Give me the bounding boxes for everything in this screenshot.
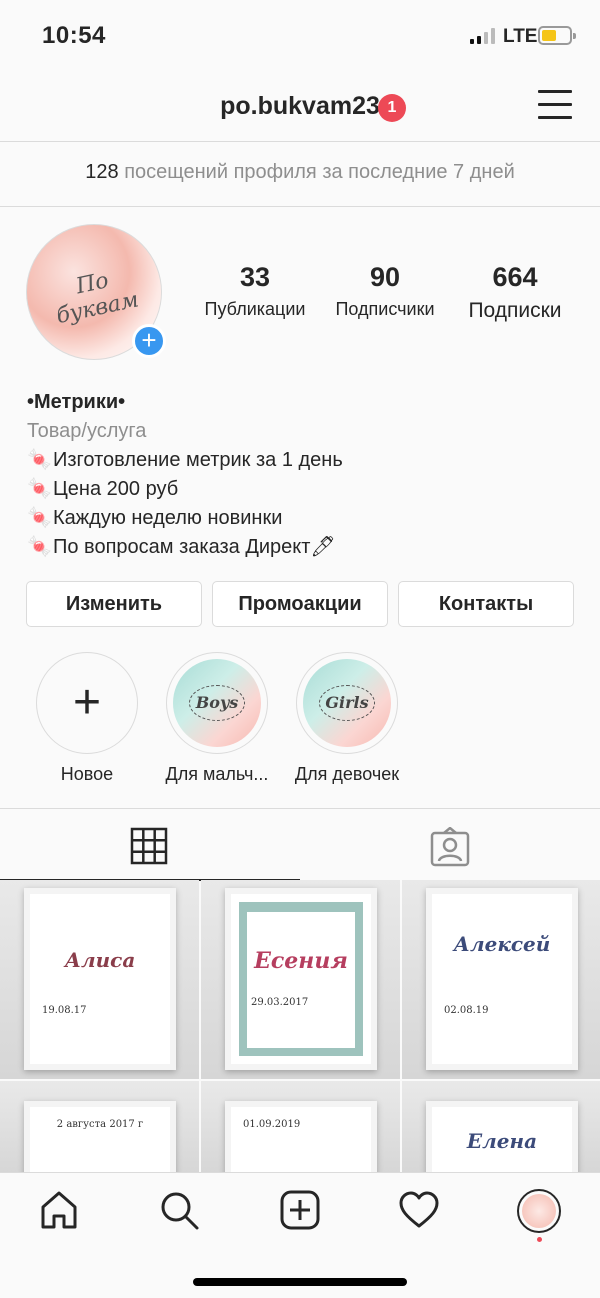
post-title: Алексей xyxy=(453,932,551,956)
post-title: Елена xyxy=(466,1129,538,1153)
highlight-new[interactable]: + Новое xyxy=(22,652,152,785)
profile-category[interactable]: Товар/услуга xyxy=(27,417,587,446)
profile-name: •Метрики• xyxy=(27,391,126,413)
grid-icon xyxy=(130,827,168,865)
visits-count: 128 xyxy=(85,161,119,183)
highlight-boys[interactable]: Boys Для мальч... xyxy=(152,652,282,785)
add-story-plus-icon[interactable]: + xyxy=(132,324,166,358)
home-indicator[interactable] xyxy=(193,1278,407,1286)
battery-icon xyxy=(538,26,576,45)
activity-dot xyxy=(537,1237,542,1242)
profile-header: po.bukvam23 1 xyxy=(0,70,600,142)
plus-icon: + xyxy=(72,676,102,729)
network-label: LTE xyxy=(503,26,538,47)
highlight-cover-text: Girls xyxy=(319,685,375,721)
bio-line: 🍬Изготовление метрик за 1 день xyxy=(27,446,587,475)
post-title: 01.09.2019 xyxy=(243,1119,301,1130)
profile-bio: •Метрики• Товар/услуга 🍬Изготовление мет… xyxy=(27,388,587,562)
story-highlights: + Новое Boys Для мальч... Girls Для дево… xyxy=(22,652,582,785)
avatar[interactable]: По буквам + xyxy=(26,224,166,364)
candy-icon: 🍬 xyxy=(27,536,52,558)
stat-label: Подписки xyxy=(468,299,562,322)
post-date: 19.08.17 xyxy=(42,1005,87,1016)
stat-label: Публикации xyxy=(204,299,306,319)
profile-tabs xyxy=(0,808,600,881)
notification-badge[interactable]: 1 xyxy=(378,94,406,122)
tagged-person-icon xyxy=(430,827,470,867)
post-title: Есения xyxy=(254,948,348,974)
stat-label: Подписчики xyxy=(335,299,435,319)
candy-icon: 🍬 xyxy=(27,507,52,529)
promotions-button[interactable]: Промоакции xyxy=(212,581,388,627)
post-thumbnail[interactable]: Есения 29.03.2017 xyxy=(201,880,400,1079)
heart-icon[interactable] xyxy=(398,1189,440,1231)
stat-value: 90 xyxy=(369,262,401,292)
contacts-button[interactable]: Контакты xyxy=(398,581,574,627)
tab-tagged[interactable] xyxy=(300,809,600,881)
post-thumbnail[interactable]: Алиса 19.08.17 xyxy=(0,880,199,1079)
menu-icon[interactable] xyxy=(538,90,572,120)
profile-visits-banner[interactable]: 128 посещений профиля за последние 7 дне… xyxy=(0,143,600,207)
bio-line: 🍬Цена 200 руб xyxy=(27,475,587,504)
home-icon[interactable] xyxy=(38,1189,80,1231)
highlight-girls[interactable]: Girls Для девочек xyxy=(282,652,412,785)
profile-stats: 33 Публикации 90 Подписчики 664 Подписки xyxy=(190,262,580,323)
highlight-label: Для мальч... xyxy=(165,764,269,784)
pen-icon: 🖊 xyxy=(310,536,336,558)
bio-line: 🍬Каждую неделю новинки xyxy=(27,504,587,533)
new-post-icon[interactable] xyxy=(279,1189,321,1231)
status-bar: 10:54 LTE xyxy=(0,0,600,70)
post-thumbnail[interactable]: Елена xyxy=(402,1081,600,1172)
highlight-label: Новое xyxy=(60,764,114,784)
profile-avatar-icon[interactable] xyxy=(517,1189,561,1233)
stat-followers[interactable]: 90 Подписчики xyxy=(320,262,450,323)
highlight-label: Для девочек xyxy=(294,764,400,784)
post-date: 29.03.2017 xyxy=(251,997,309,1008)
tab-grid[interactable] xyxy=(0,809,300,881)
post-thumbnail[interactable]: 01.09.2019 xyxy=(201,1081,400,1172)
stat-value: 664 xyxy=(492,262,538,292)
profile-actions: Изменить Промоакции Контакты xyxy=(26,581,574,627)
bio-line: 🍬По вопросам заказа Директ🖊 xyxy=(27,533,587,562)
username-title[interactable]: po.bukvam23 xyxy=(0,92,600,121)
post-thumbnail[interactable]: Алексей 02.08.19 xyxy=(402,880,600,1079)
visits-text: посещений профиля за последние 7 дней xyxy=(124,161,515,183)
post-thumbnail[interactable]: 2 августа 2017 г xyxy=(0,1081,199,1172)
posts-grid: Алиса 19.08.17 Есения 29.03.2017 Алексей… xyxy=(0,880,600,1172)
post-date: 02.08.19 xyxy=(444,1005,489,1016)
stat-following[interactable]: 664 Подписки xyxy=(450,262,580,323)
stat-posts[interactable]: 33 Публикации xyxy=(190,262,320,323)
status-time: 10:54 xyxy=(42,22,106,49)
avatar-logo-text: По буквам xyxy=(54,268,142,330)
candy-icon: 🍬 xyxy=(27,449,52,471)
candy-icon: 🍬 xyxy=(27,478,52,500)
stat-value: 33 xyxy=(239,262,271,292)
edit-profile-button[interactable]: Изменить xyxy=(26,581,202,627)
post-title: 2 августа 2017 г xyxy=(56,1119,144,1130)
post-title: Алиса xyxy=(64,948,136,972)
search-icon[interactable] xyxy=(158,1189,200,1231)
signal-icon xyxy=(470,28,495,44)
highlight-cover-text: Boys xyxy=(189,685,245,721)
